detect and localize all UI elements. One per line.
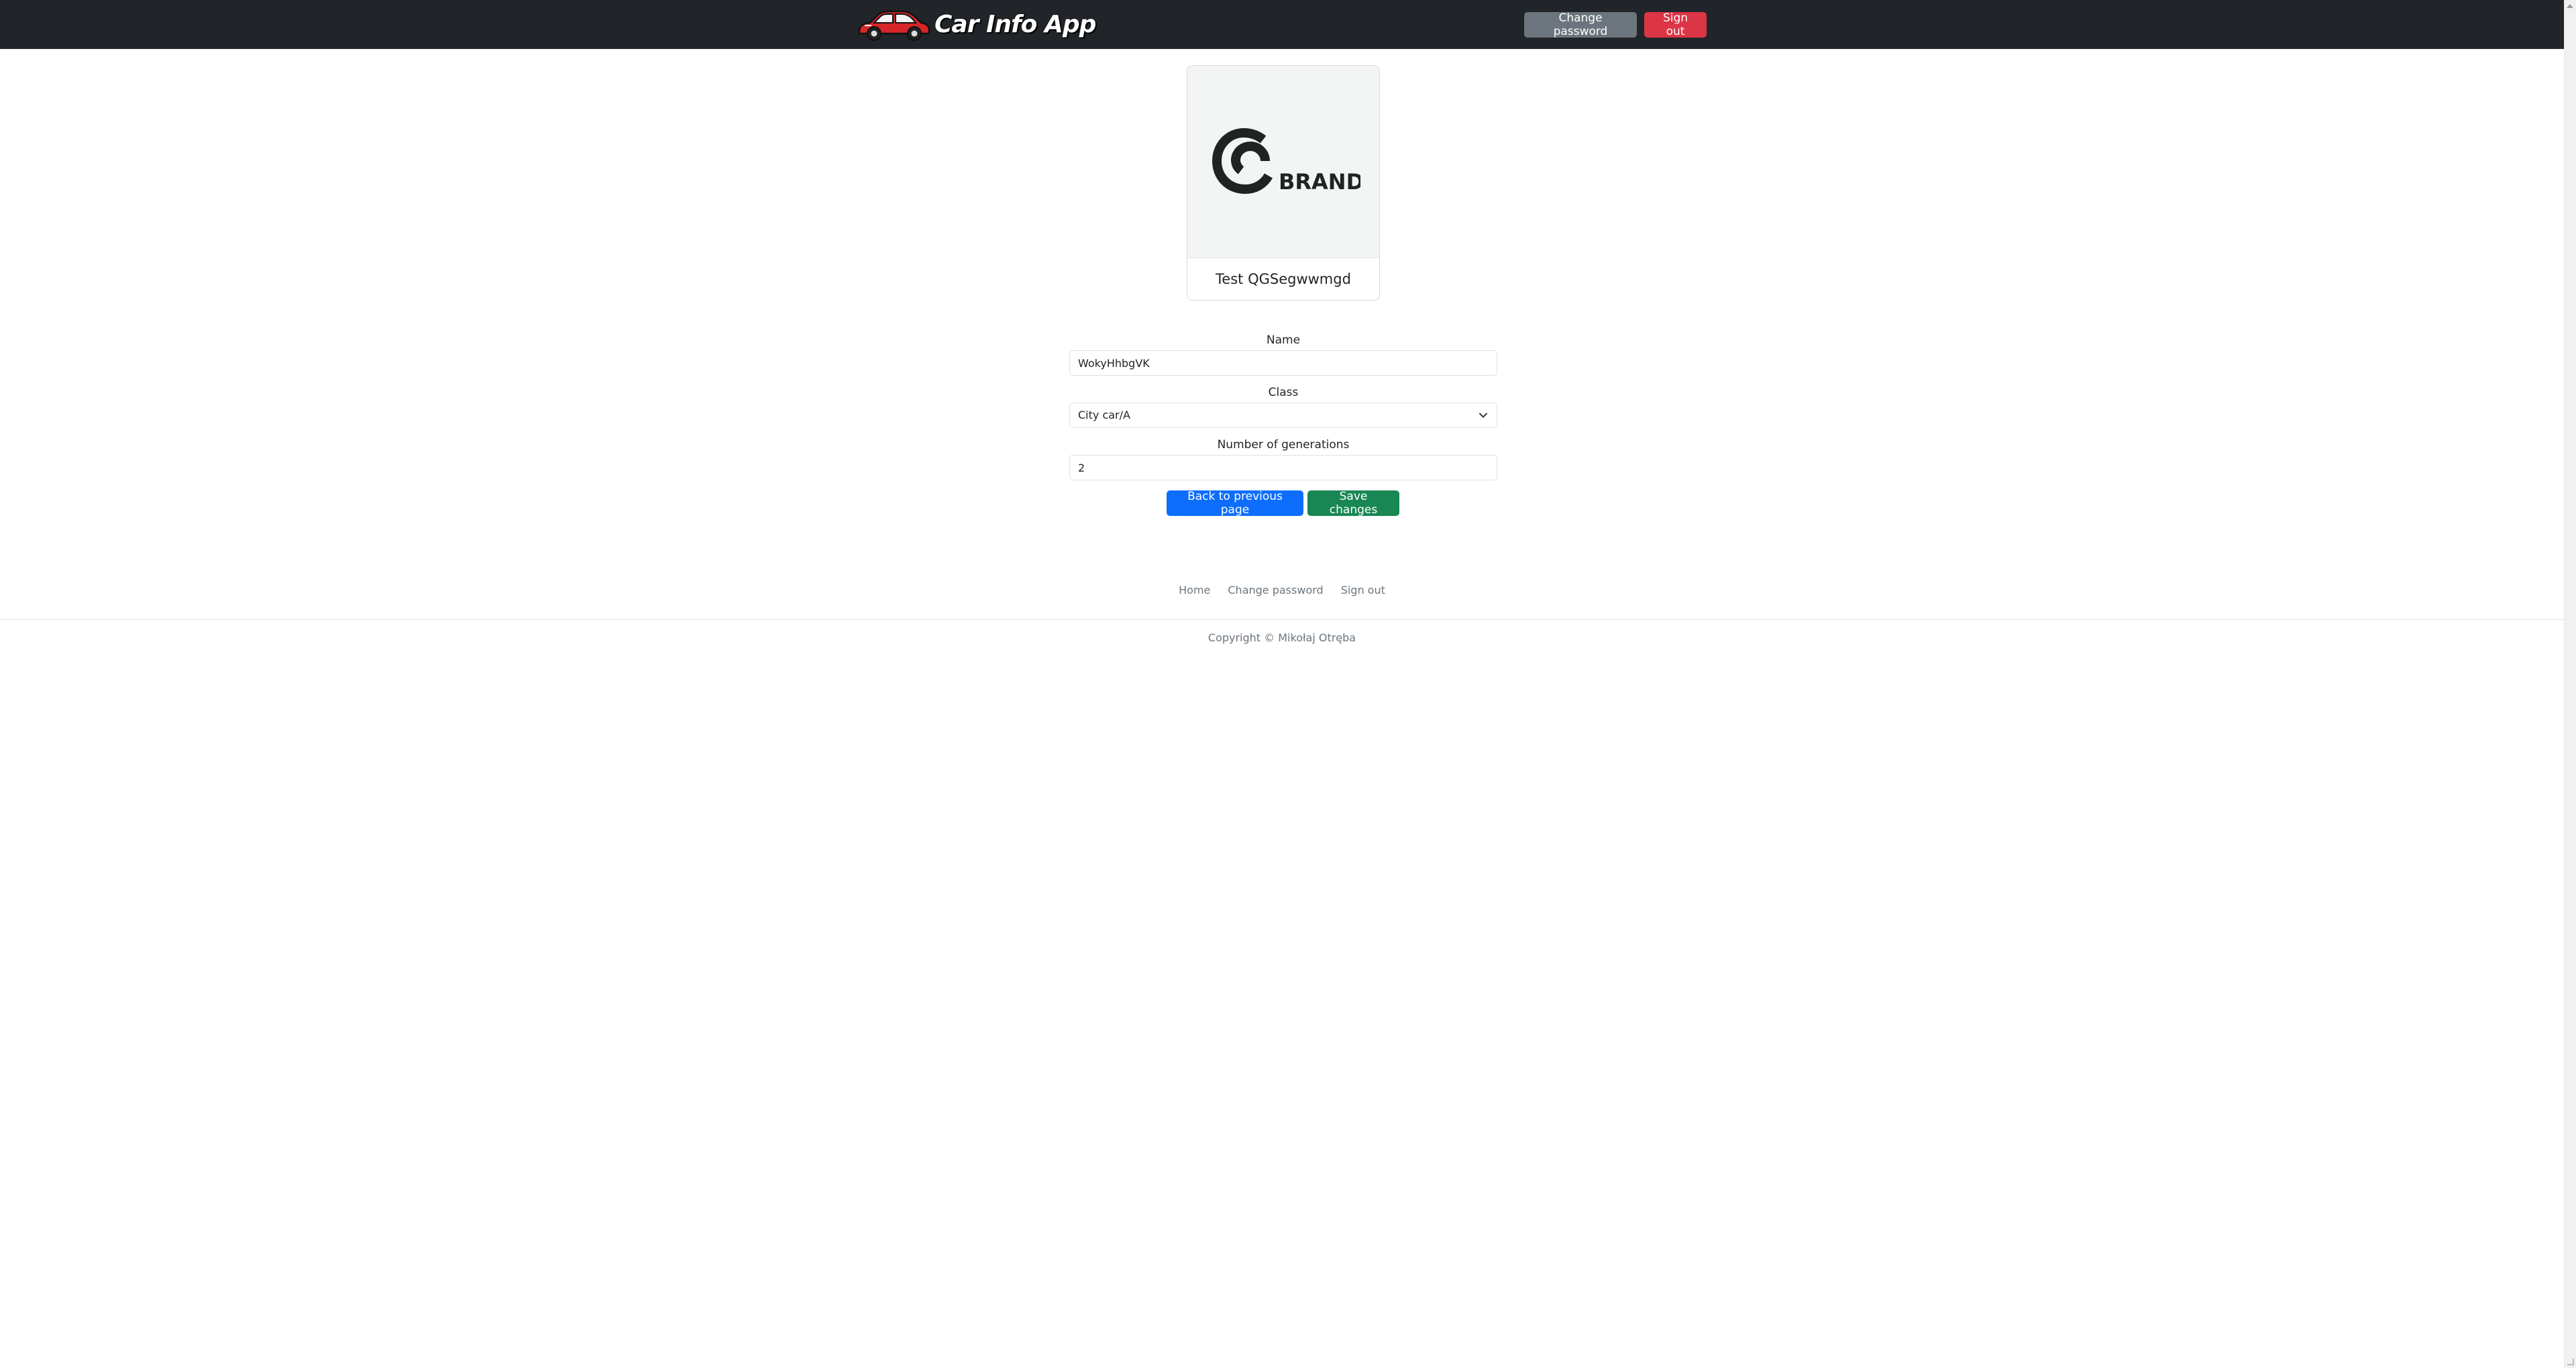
name-group: Name — [1069, 333, 1497, 376]
top-navbar: Car Info App Change password Sign out — [0, 0, 2564, 49]
footer-link-sign-out[interactable]: Sign out — [1332, 582, 1394, 598]
class-group: Class City car/A — [1069, 385, 1497, 428]
footer-divider — [0, 619, 2564, 620]
vertical-scrollbar[interactable] — [2564, 0, 2576, 1368]
chevron-down-icon — [1479, 413, 1487, 418]
brand-logo-link[interactable]: Car Info App — [855, 5, 1097, 43]
brand-text: Car Info App — [934, 10, 1097, 39]
edit-model-form: Name Class City car/A Number of generati… — [1069, 333, 1497, 490]
save-changes-button[interactable]: Save changes — [1307, 490, 1399, 517]
sign-out-button[interactable]: Sign out — [1644, 11, 1707, 38]
name-input[interactable] — [1069, 350, 1497, 376]
class-select[interactable]: City car/A — [1069, 403, 1497, 428]
brand-logo-icon: BRAND — [1212, 127, 1360, 195]
generations-label: Number of generations — [1217, 438, 1350, 452]
name-label: Name — [1266, 333, 1301, 347]
brand-title: Test QGSegwwmgd — [1187, 258, 1379, 300]
brand-card: BRAND Test QGSegwwmgd — [1187, 65, 1380, 301]
generations-input[interactable] — [1069, 455, 1497, 480]
page: Car Info App Change password Sign out BR… — [0, 0, 2576, 1368]
copyright-text: Copyright © Mikołaj Otręba — [1208, 631, 1356, 644]
class-label: Class — [1268, 386, 1299, 399]
svg-text:BRAND: BRAND — [1279, 169, 1360, 195]
back-button[interactable]: Back to previous page — [1167, 490, 1303, 517]
brand-logo-image: BRAND — [1187, 66, 1379, 258]
class-select-value[interactable]: City car/A — [1069, 403, 1497, 428]
scroll-up-arrow-icon[interactable] — [2567, 4, 2573, 8]
generations-group: Number of generations — [1069, 437, 1497, 480]
footer-nav: Home Change password Sign out — [0, 582, 2564, 598]
form-actions: Back to previous page Save changes — [1167, 490, 1399, 517]
resize-corner-icon — [2567, 1359, 2574, 1365]
change-password-button[interactable]: Change password — [1524, 11, 1637, 38]
footer-link-home[interactable]: Home — [1170, 582, 1219, 598]
footer-link-change-password[interactable]: Change password — [1219, 582, 1332, 598]
car-icon — [858, 10, 930, 41]
